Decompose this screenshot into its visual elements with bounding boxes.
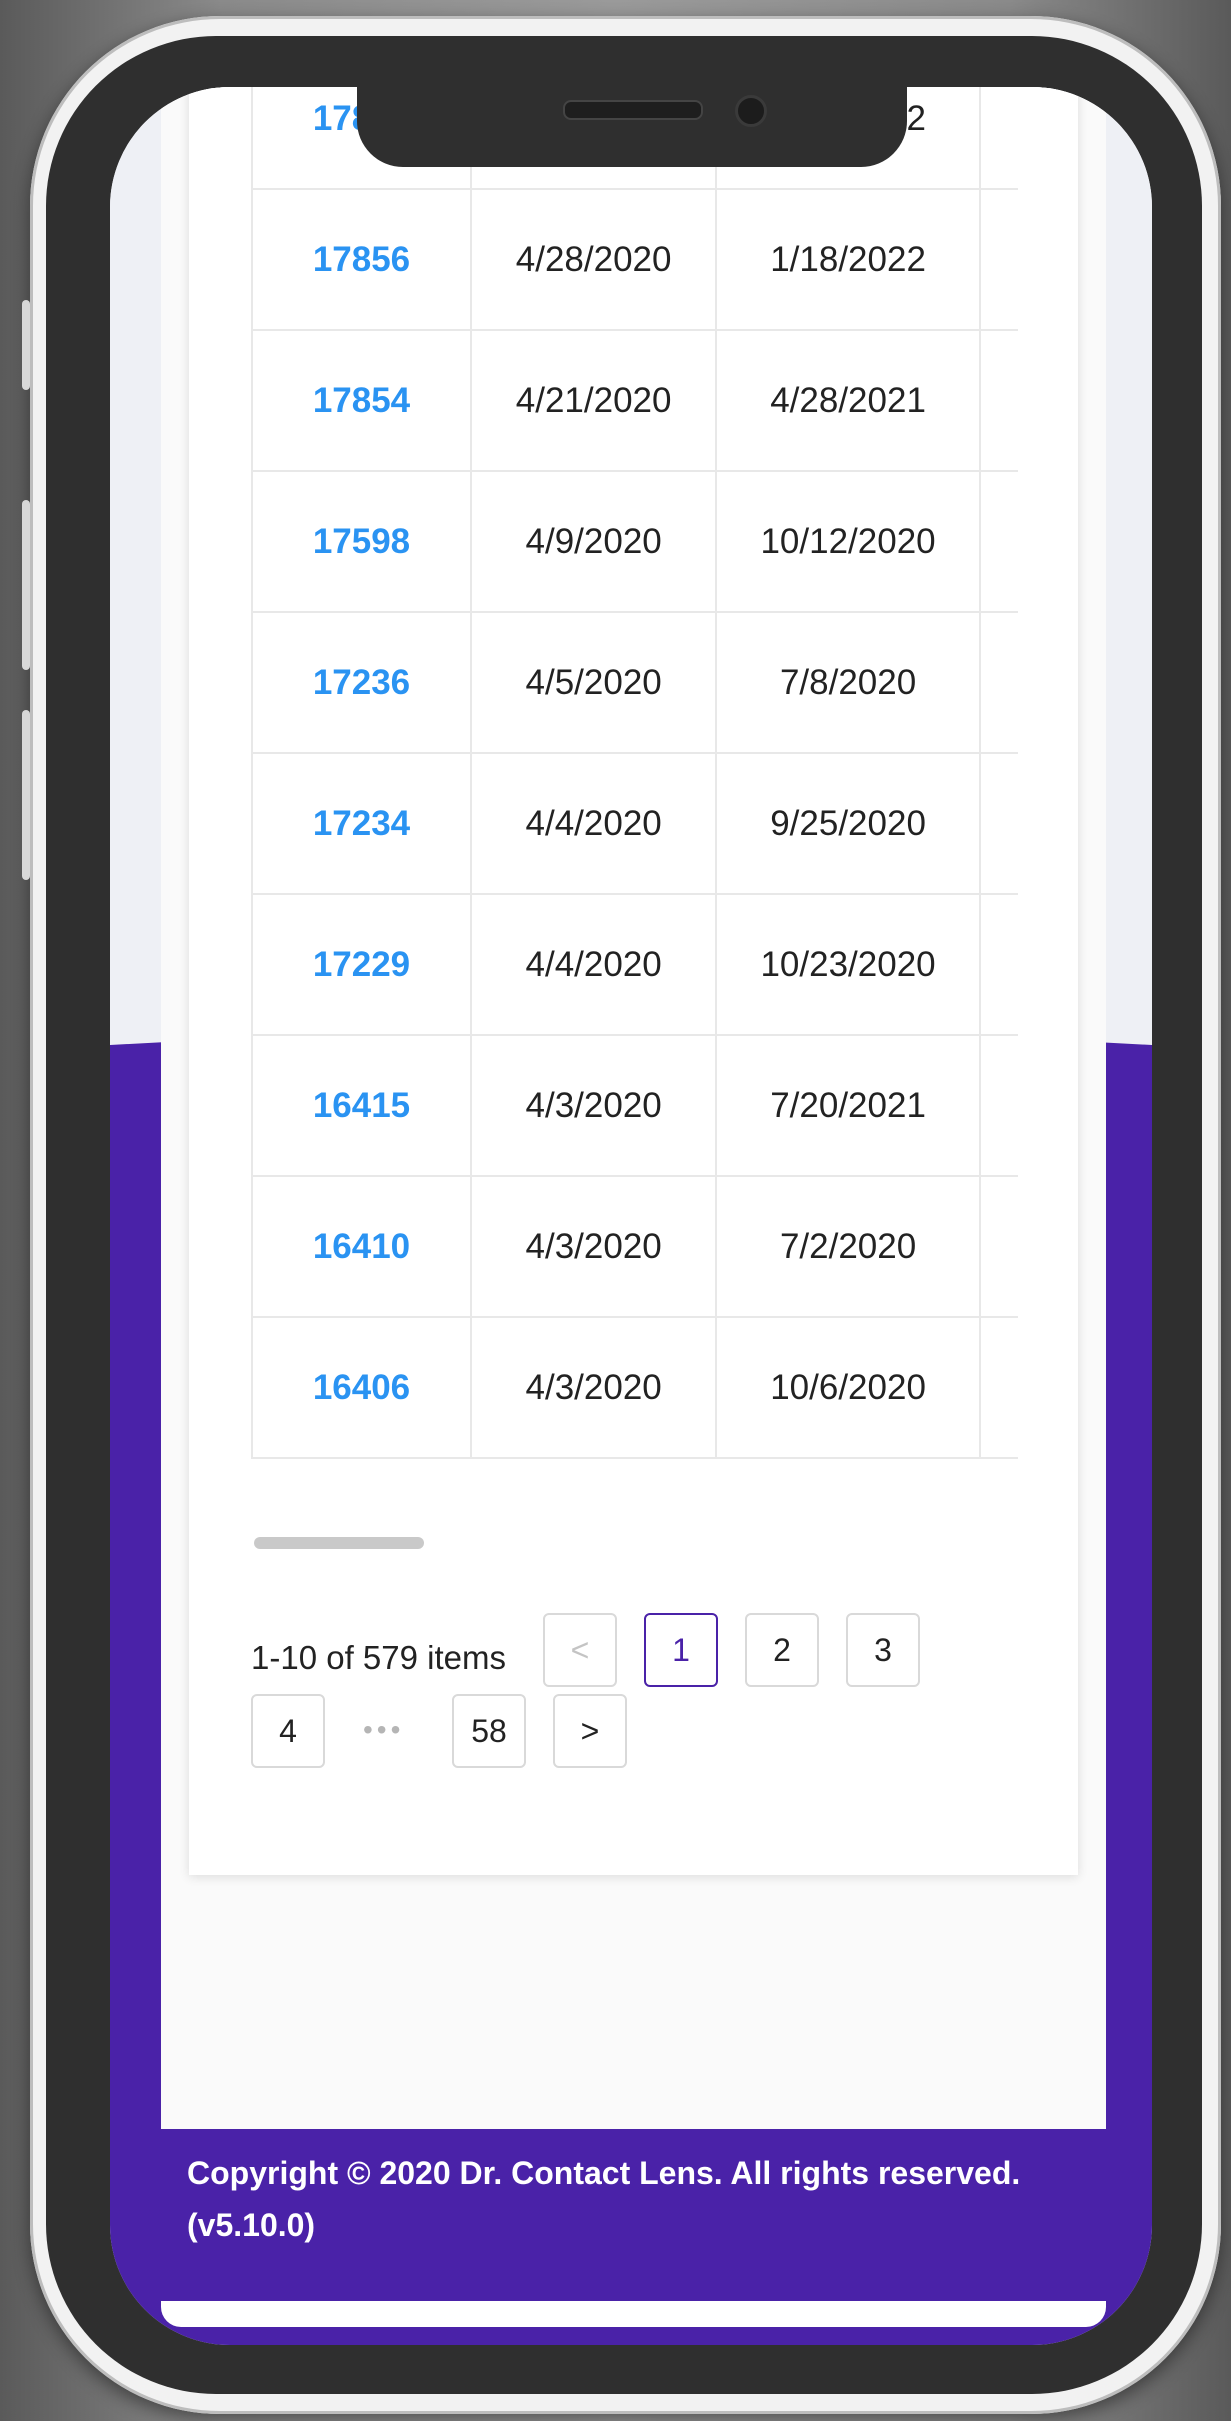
page-button-4[interactable]: 4	[251, 1694, 325, 1768]
next-page-button[interactable]: >	[553, 1694, 627, 1768]
expiry-date-cell: 1/18/2022	[715, 188, 981, 331]
overflow-cell	[978, 470, 1018, 613]
front-camera	[735, 95, 767, 127]
order-id-link[interactable]: 17854	[251, 329, 472, 472]
order-date-cell: 4/21/2020	[469, 329, 718, 472]
pagination-range-text: 1-10 of 579 items	[251, 1639, 506, 1676]
expiry-date-cell: 10/12/2020	[715, 470, 981, 613]
page-button-2[interactable]: 2	[745, 1613, 819, 1687]
footer-bottom-strip	[161, 2301, 1106, 2327]
page-button-58[interactable]: 58	[452, 1694, 526, 1768]
order-id-link[interactable]: 16415	[251, 1034, 472, 1177]
prev-page-button[interactable]: <	[543, 1613, 617, 1687]
expiry-date-cell: 10/6/2020	[715, 1316, 981, 1459]
table-row: 17856 4/28/2020 1/18/2022	[251, 188, 1018, 331]
footer-copyright: Copyright © 2020 Dr. Contact Lens. All r…	[187, 2155, 1021, 2191]
order-date-cell: 4/4/2020	[469, 893, 718, 1036]
order-id-link[interactable]: 16406	[251, 1316, 472, 1459]
order-id-link[interactable]: 17229	[251, 893, 472, 1036]
phone-notch	[357, 87, 907, 167]
table-row: 16406 4/3/2020 10/6/2020	[251, 1316, 1018, 1459]
overflow-cell	[978, 1316, 1018, 1459]
expiry-date-cell: 10/23/2020	[715, 893, 981, 1036]
table-row: 17236 4/5/2020 7/8/2020	[251, 611, 1018, 754]
overflow-cell	[978, 87, 1018, 190]
mute-switch	[22, 300, 30, 390]
order-id-link[interactable]: 17236	[251, 611, 472, 754]
expiry-date-cell: 7/20/2021	[715, 1034, 981, 1177]
orders-table-grid: 178574/28/20201/15/2022178564/28/20201/1…	[251, 87, 1018, 1459]
speaker-grille	[563, 100, 703, 120]
screen: 178574/28/20201/15/2022178564/28/20201/1…	[110, 87, 1152, 2345]
overflow-cell	[978, 893, 1018, 1036]
order-id-link[interactable]: 17856	[251, 188, 472, 331]
expiry-date-cell: 7/8/2020	[715, 611, 981, 754]
table-row: 17234 4/4/2020 9/25/2020	[251, 752, 1018, 895]
overflow-cell	[978, 1175, 1018, 1318]
expiry-date-cell: 9/25/2020	[715, 752, 981, 895]
expiry-date-cell: 4/28/2021	[715, 329, 981, 472]
footer-version: (v5.10.0)	[187, 2207, 316, 2243]
order-date-cell: 4/3/2020	[469, 1034, 718, 1177]
footer: Copyright © 2020 Dr. Contact Lens. All r…	[161, 2129, 1106, 2301]
order-date-cell: 4/5/2020	[469, 611, 718, 754]
overflow-cell	[978, 752, 1018, 895]
order-date-cell: 4/4/2020	[469, 752, 718, 895]
table-row: 17229 4/4/2020 10/23/2020	[251, 893, 1018, 1036]
order-id-link[interactable]: 16410	[251, 1175, 472, 1318]
order-date-cell: 4/28/2020	[469, 188, 718, 331]
pagination-ellipsis[interactable]: •••	[363, 1714, 404, 1746]
page-button-3[interactable]: 3	[846, 1613, 920, 1687]
overflow-cell	[978, 1034, 1018, 1177]
orders-table[interactable]: 178574/28/20201/15/2022178564/28/20201/1…	[251, 87, 1018, 1571]
table-row: 17598 4/9/2020 10/12/2020	[251, 470, 1018, 613]
table-row: 16415 4/3/2020 7/20/2021	[251, 1034, 1018, 1177]
table-row: 16410 4/3/2020 7/2/2020	[251, 1175, 1018, 1318]
overflow-cell	[978, 611, 1018, 754]
order-date-cell: 4/3/2020	[469, 1175, 718, 1318]
orders-card: 178574/28/20201/15/2022178564/28/20201/1…	[189, 87, 1078, 1875]
order-id-link[interactable]: 17598	[251, 470, 472, 613]
table-row: 17854 4/21/2020 4/28/2021	[251, 329, 1018, 472]
order-date-cell: 4/3/2020	[469, 1316, 718, 1459]
volume-down-button	[22, 710, 30, 880]
expiry-date-cell: 7/2/2020	[715, 1175, 981, 1318]
order-id-link[interactable]: 17234	[251, 752, 472, 895]
overflow-cell	[978, 329, 1018, 472]
page-button-1[interactable]: 1	[644, 1613, 718, 1687]
overflow-cell	[978, 188, 1018, 331]
horizontal-scrollbar[interactable]	[254, 1537, 424, 1549]
volume-up-button	[22, 500, 30, 670]
order-date-cell: 4/9/2020	[469, 470, 718, 613]
